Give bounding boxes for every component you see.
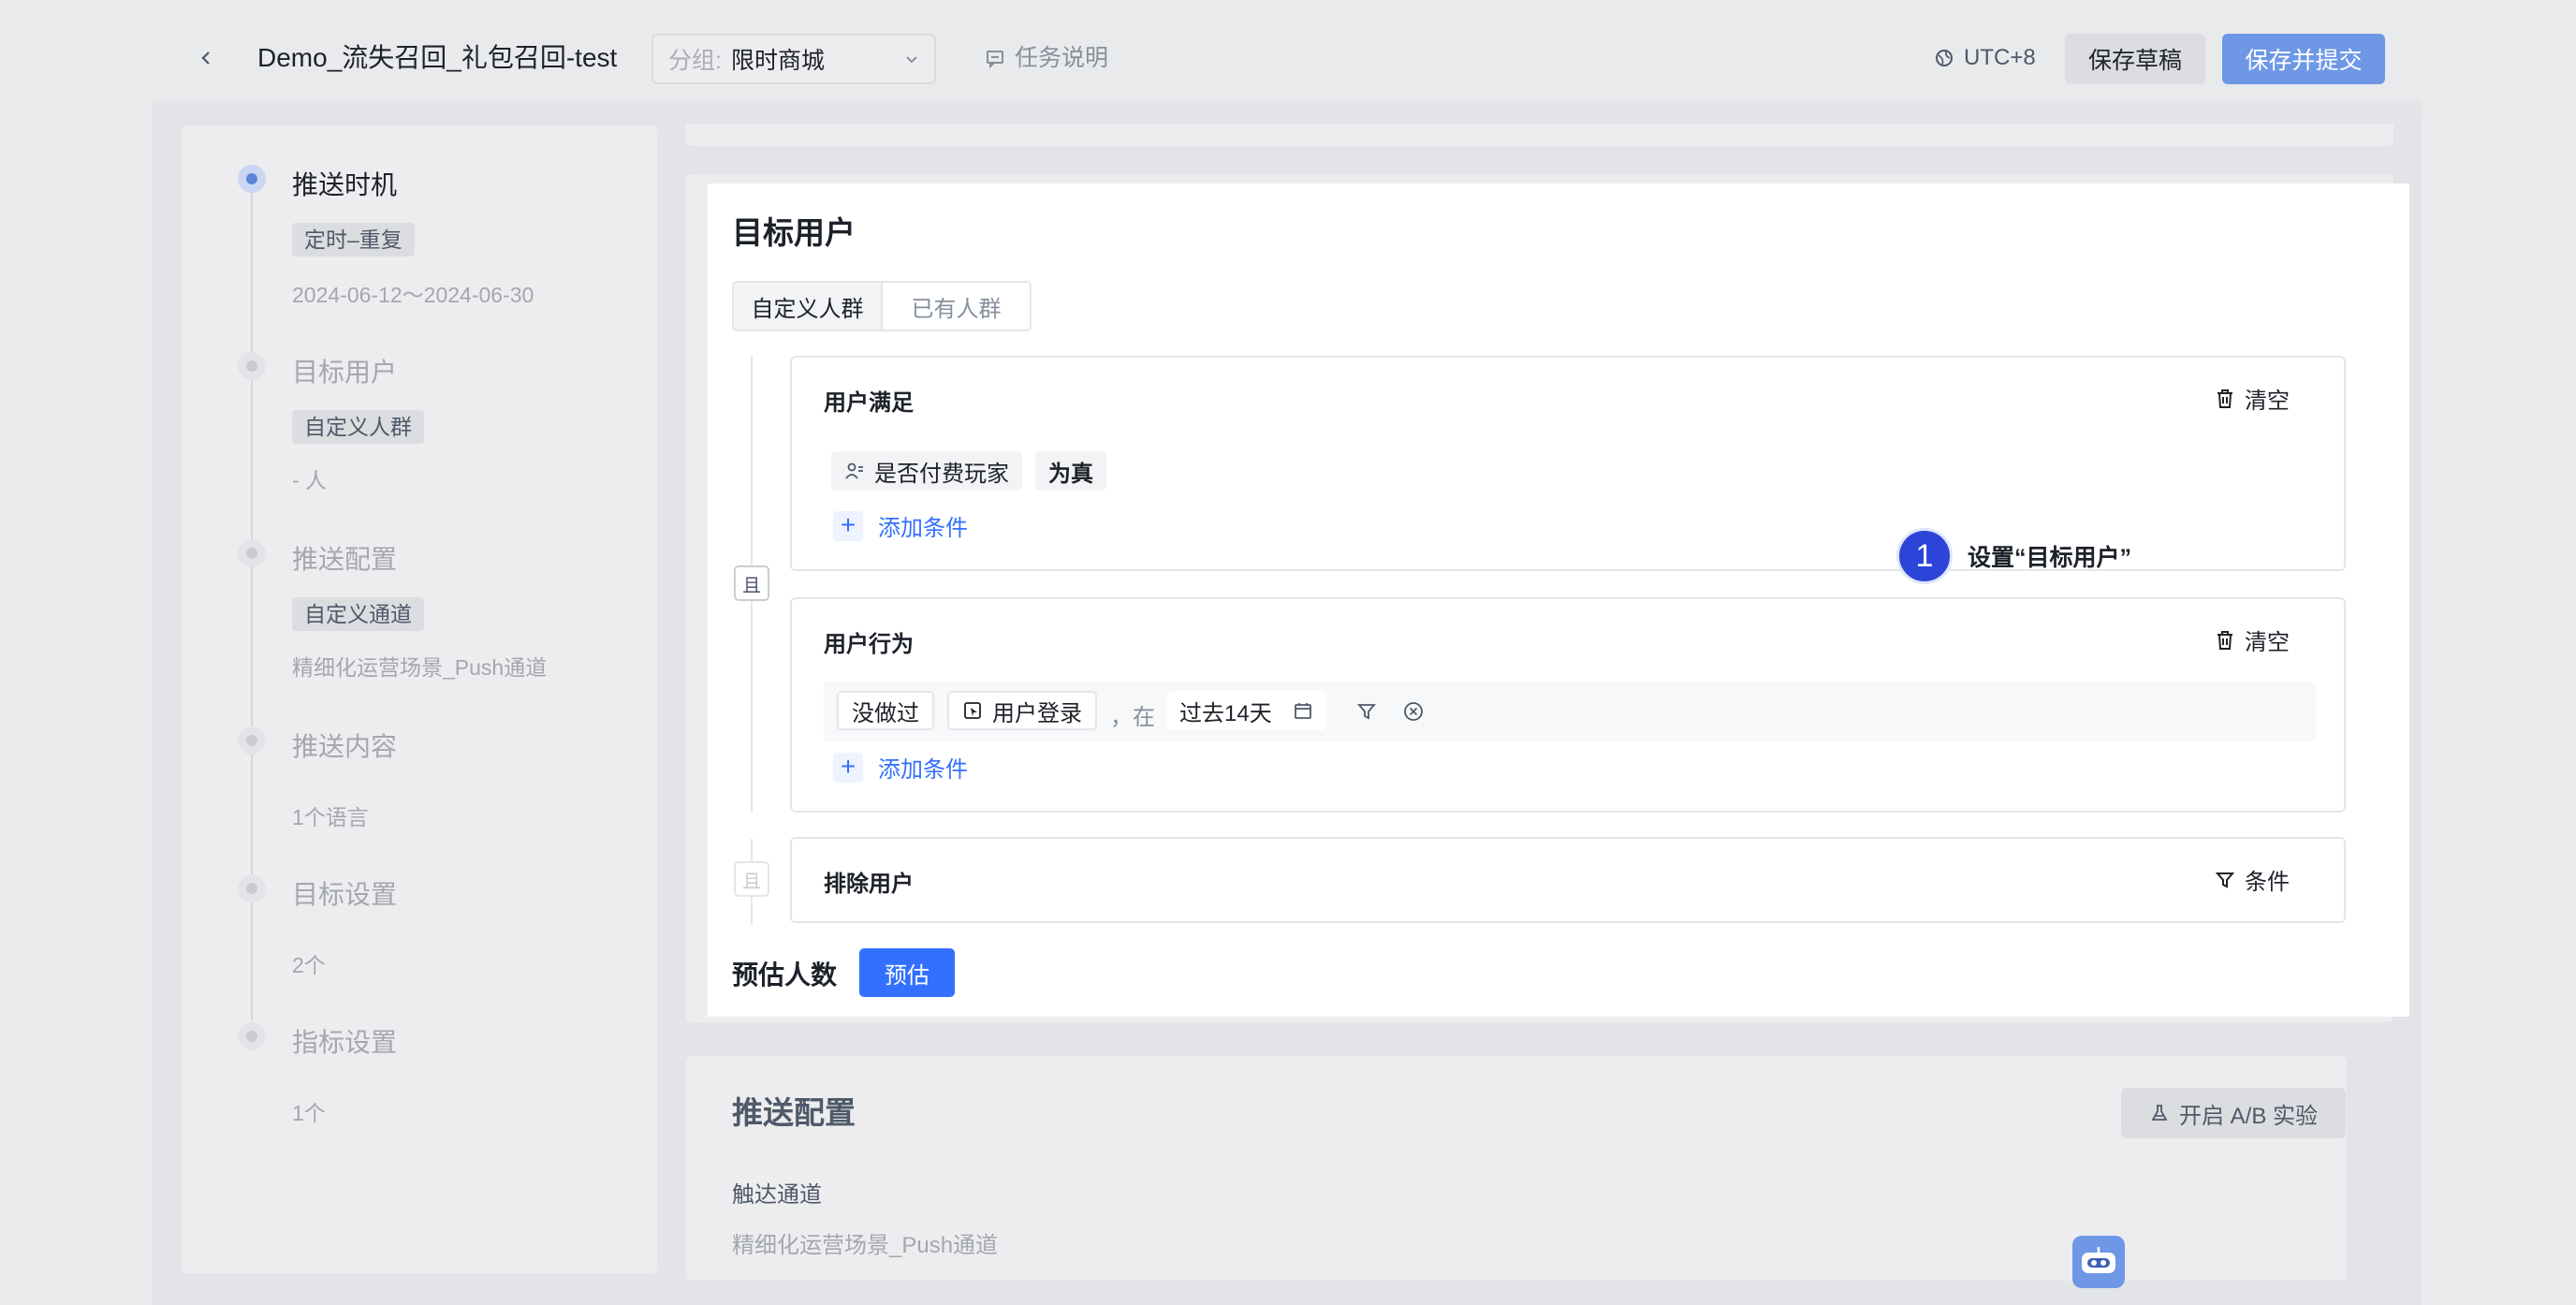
- channel-value: 精细化运营场景_Push通道: [732, 1233, 999, 1258]
- trash-icon: [2217, 389, 2232, 408]
- calendar-icon: [1294, 703, 1311, 719]
- group-title: 排除用户: [824, 872, 914, 897]
- clear-label: 清空: [2245, 389, 2290, 414]
- step-title-metrics[interactable]: 指标设置: [292, 1022, 397, 1060]
- push-config-title: 推送配置: [732, 1095, 856, 1130]
- section-title: 目标用户: [732, 215, 856, 250]
- task-description-label: 任务说明: [1015, 45, 1109, 71]
- filter-icon: [2215, 872, 2235, 888]
- exclude-users-group: 排除用户 条件: [790, 837, 2346, 923]
- group-value: 限时商城: [730, 48, 825, 74]
- globe-icon: [1936, 50, 1953, 66]
- estimate-label: 预估人数: [732, 960, 838, 990]
- chevron-left-icon: [201, 51, 210, 65]
- step-tag: 自定义人群: [292, 410, 424, 444]
- step-title-timing[interactable]: 推送时机: [292, 165, 397, 202]
- step-sub: 1个语言: [292, 805, 369, 829]
- and-toggle[interactable]: 且: [734, 565, 769, 601]
- step-tag: 定时–重复: [292, 223, 415, 257]
- step-dot: [238, 1022, 266, 1050]
- flask-icon: [2151, 1105, 2168, 1121]
- plus-icon: +: [833, 510, 863, 541]
- clear-label: 清空: [2245, 630, 2290, 655]
- task-description-link[interactable]: 任务说明: [985, 37, 1108, 79]
- step-sub: - 人: [292, 468, 328, 492]
- condition-button[interactable]: 条件: [2215, 863, 2290, 896]
- clear-button[interactable]: 清空: [2215, 382, 2290, 415]
- user-behavior-group: 用户行为 清空 没做过 用户登录 ，在 过去14天 + 添加条件: [790, 597, 2346, 813]
- did-select[interactable]: 没做过: [837, 691, 934, 730]
- robot-icon: [2082, 1247, 2115, 1273]
- previous-section-card: [686, 124, 2393, 146]
- tab-custom-audience[interactable]: 自定义人群: [734, 283, 883, 330]
- step-dot: [238, 352, 266, 380]
- step-dot: [238, 726, 266, 755]
- step-tag: 自定义通道: [292, 597, 424, 631]
- user-attribute-icon: [845, 462, 863, 479]
- in-label: ，在: [1110, 705, 1155, 730]
- attribute-chip[interactable]: 是否付费玩家: [831, 451, 1022, 491]
- event-icon: [964, 702, 981, 719]
- step-title-target[interactable]: 目标用户: [292, 352, 397, 389]
- event-select[interactable]: 用户登录: [947, 691, 1097, 730]
- step-title-content[interactable]: 推送内容: [292, 726, 397, 764]
- save-submit-button[interactable]: 保存并提交: [2222, 34, 2385, 84]
- ab-test-button[interactable]: 开启 A/B 实验: [2121, 1088, 2346, 1138]
- group-select[interactable]: 分组: 限时商城: [651, 34, 936, 84]
- plus-icon: +: [833, 752, 863, 783]
- date-range-picker[interactable]: 过去14天: [1166, 691, 1326, 730]
- add-condition-button[interactable]: + 添加条件: [833, 751, 968, 784]
- date-range-label: 过去14天: [1179, 700, 1272, 726]
- estimate-button[interactable]: 预估: [859, 948, 955, 997]
- channel-label: 触达通道: [732, 1182, 822, 1208]
- group-title: 用户满足: [824, 390, 914, 416]
- step-title-push-config[interactable]: 推送配置: [292, 539, 397, 577]
- audience-type-tabs: 自定义人群 已有人群: [732, 281, 1032, 331]
- add-condition-label: 添加条件: [878, 757, 968, 783]
- add-condition-button[interactable]: + 添加条件: [833, 509, 968, 542]
- attribute-label: 是否付费玩家: [874, 461, 1009, 487]
- step-sub: 精细化运营场景_Push通道: [292, 655, 548, 680]
- step-number-badge: 1: [1896, 528, 1953, 584]
- remove-condition-button[interactable]: [1398, 696, 1428, 726]
- assistant-robot-button[interactable]: [2072, 1236, 2125, 1288]
- and-toggle[interactable]: 且: [734, 861, 769, 897]
- step-sub: 2个: [292, 953, 326, 977]
- close-circle-icon: [1404, 702, 1423, 721]
- add-condition-label: 添加条件: [878, 516, 968, 541]
- trash-icon: [2217, 630, 2232, 650]
- timezone-selector[interactable]: UTC+8: [1934, 37, 2036, 79]
- event-label: 用户登录: [992, 700, 1082, 726]
- filter-button[interactable]: [1352, 696, 1382, 726]
- step-sub: 2024-06-12～2024-06-30: [292, 283, 534, 307]
- timezone-label: UTC+8: [1964, 45, 2036, 70]
- annotation-text: 设置“目标用户”: [1968, 545, 2132, 571]
- step-title-goals[interactable]: 目标设置: [292, 874, 397, 912]
- save-draft-button[interactable]: 保存草稿: [2065, 34, 2205, 84]
- filter-icon: [1357, 704, 1376, 720]
- tab-existing-audience[interactable]: 已有人群: [883, 283, 1030, 330]
- value-chip[interactable]: 为真: [1035, 451, 1106, 491]
- ab-test-label: 开启 A/B 实验: [2178, 1103, 2319, 1129]
- group-prefix: 分组:: [668, 48, 722, 74]
- group-title: 用户行为: [824, 632, 914, 657]
- chevron-down-icon: [906, 56, 917, 64]
- clear-button[interactable]: 清空: [2215, 623, 2290, 656]
- step-dot: [238, 874, 266, 902]
- back-button[interactable]: [183, 37, 228, 79]
- step-dot: [238, 539, 266, 567]
- comment-icon: [987, 51, 1003, 68]
- task-title: Demo_流失召回_礼包召回-test: [257, 43, 618, 72]
- condition-label: 条件: [2245, 870, 2290, 895]
- step-dot: [238, 165, 266, 193]
- step-sub: 1个: [292, 1101, 326, 1125]
